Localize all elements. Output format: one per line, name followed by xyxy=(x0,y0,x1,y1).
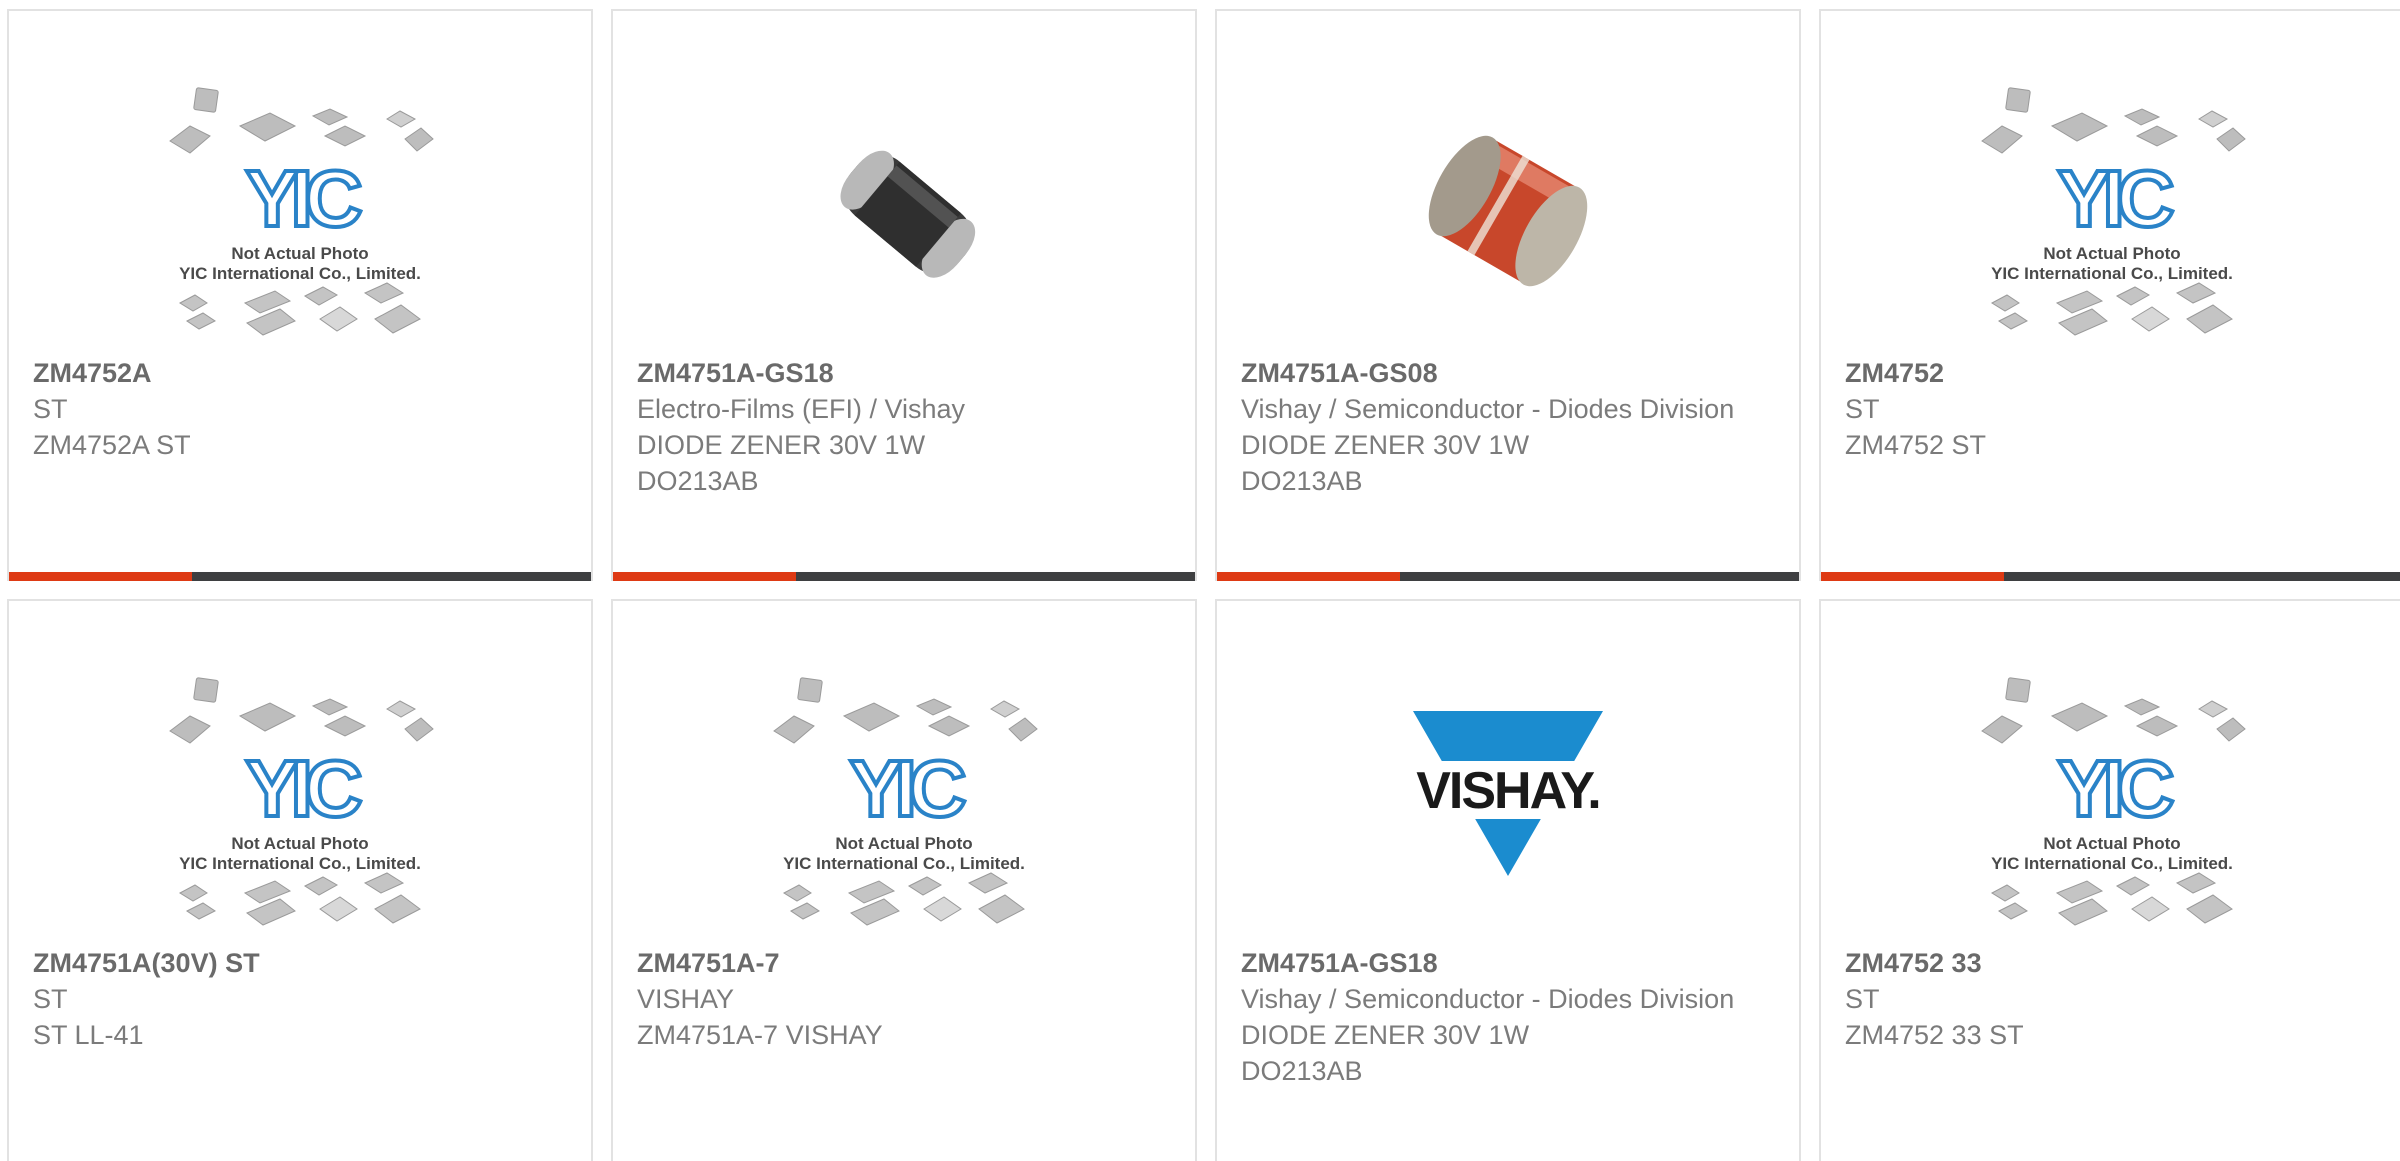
product-info: ZM4751A(30V) ST ST ST LL-41 xyxy=(33,945,571,1053)
product-image[interactable]: VISHAY. xyxy=(1373,671,1643,931)
svg-text:Not Actual Photo: Not Actual Photo xyxy=(231,244,368,263)
yic-placeholder-image: YIC Not Actual Photo YIC International C… xyxy=(169,87,434,336)
product-info: ZM4751A-GS18 Vishay / Semiconductor - Dio… xyxy=(1241,945,1779,1089)
description-line: ZM4752 ST xyxy=(1845,430,1987,460)
svg-text:Not Actual Photo: Not Actual Photo xyxy=(2043,244,2180,263)
product-image[interactable]: YIC Not Actual Photo YIC International C… xyxy=(165,81,435,341)
manufacturer: ST xyxy=(1845,394,1880,424)
product-image[interactable]: YIC Not Actual Photo YIC International C… xyxy=(1977,81,2247,341)
yic-placeholder-image: YIC Not Actual Photo YIC International C… xyxy=(1981,87,2246,336)
product-card[interactable]: ZM4751A-GS18 Electro-Films (EFI) / Vishay… xyxy=(611,9,1197,581)
svg-text:YIC International Co., Limited: YIC International Co., Limited. xyxy=(179,264,421,283)
product-image[interactable] xyxy=(769,81,1039,341)
description-line: ST LL-41 xyxy=(33,1020,144,1050)
red-glass-diode-image xyxy=(1428,135,1588,287)
vishay-logo-text: VISHAY. xyxy=(1416,762,1600,820)
card-bottom-bar xyxy=(9,572,591,581)
manufacturer: Electro-Films (EFI) / Vishay xyxy=(637,394,966,424)
card-accent-bar xyxy=(1217,572,1401,581)
svg-text:YIC International Co., Limited: YIC International Co., Limited. xyxy=(783,854,1025,873)
description-line: DIODE ZENER 30V 1W xyxy=(1241,430,1530,460)
manufacturer: Vishay / Semiconductor - Diodes Division xyxy=(1241,394,1735,424)
description-line: ZM4751A-7 VISHAY xyxy=(637,1020,883,1050)
product-image[interactable] xyxy=(1373,81,1643,341)
card-accent-bar xyxy=(9,572,193,581)
part-number-link[interactable]: ZM4751A-7 xyxy=(637,945,1175,981)
product-card[interactable]: YIC Not Actual Photo YIC International C… xyxy=(7,9,593,581)
product-card[interactable]: YIC Not Actual Photo YIC International C… xyxy=(7,599,593,1161)
product-card[interactable]: VISHAY. ZM4751A-GS18 Vishay / Semiconduct… xyxy=(1215,599,1801,1161)
product-info: ZM4751A-7 VISHAY ZM4751A-7 VISHAY xyxy=(637,945,1175,1053)
black-melf-diode-image xyxy=(840,150,976,278)
card-bottom-bar xyxy=(613,572,1195,581)
product-info: ZM4751A-GS08 Vishay / Semiconductor - Dio… xyxy=(1241,355,1779,499)
manufacturer: Vishay / Semiconductor - Diodes Division xyxy=(1241,984,1735,1014)
part-number-link[interactable]: ZM4751A-GS18 xyxy=(1241,945,1779,981)
svg-text:Not Actual Photo: Not Actual Photo xyxy=(231,834,368,853)
product-card[interactable]: YIC Not Actual Photo YIC International C… xyxy=(611,599,1197,1161)
svg-text:Not Actual Photo: Not Actual Photo xyxy=(835,834,972,853)
product-image[interactable]: YIC Not Actual Photo YIC International C… xyxy=(165,671,435,931)
description-line: DIODE ZENER 30V 1W xyxy=(637,430,926,460)
card-bottom-bar xyxy=(1821,572,2400,581)
product-info: ZM4752 33 ST ZM4752 33 ST xyxy=(1845,945,2383,1053)
yic-placeholder-image: YIC Not Actual Photo YIC International C… xyxy=(169,677,434,926)
description-line: DO213AB xyxy=(1241,466,1363,496)
description-line: DO213AB xyxy=(1241,1056,1363,1086)
product-info: ZM4752 ST ZM4752 ST xyxy=(1845,355,2383,463)
manufacturer: VISHAY xyxy=(637,984,735,1014)
yic-logo: YIC xyxy=(849,744,965,833)
svg-text:YIC International Co., Limited: YIC International Co., Limited. xyxy=(1991,264,2233,283)
product-card[interactable]: YIC Not Actual Photo YIC International C… xyxy=(1819,599,2400,1161)
part-number-link[interactable]: ZM4751A-GS08 xyxy=(1241,355,1779,391)
manufacturer: ST xyxy=(33,394,68,424)
yic-logo: YIC xyxy=(2057,154,2173,243)
description-line: ZM4752 33 ST xyxy=(1845,1020,2024,1050)
svg-text:Not Actual Photo: Not Actual Photo xyxy=(2043,834,2180,853)
card-accent-bar xyxy=(1821,572,2005,581)
card-bottom-bar xyxy=(1217,572,1799,581)
yic-placeholder-image: YIC Not Actual Photo YIC International C… xyxy=(773,677,1038,926)
manufacturer: ST xyxy=(1845,984,1880,1014)
description-line: ZM4752A ST xyxy=(33,430,191,460)
yic-logo: YIC xyxy=(245,744,361,833)
description-line: DIODE ZENER 30V 1W xyxy=(1241,1020,1530,1050)
part-number-link[interactable]: ZM4751A-GS18 xyxy=(637,355,1175,391)
yic-logo: YIC xyxy=(245,154,361,243)
part-number-link[interactable]: ZM4751A(30V) ST xyxy=(33,945,571,981)
product-info: ZM4751A-GS18 Electro-Films (EFI) / Vishay… xyxy=(637,355,1175,499)
svg-text:YIC International Co., Limited: YIC International Co., Limited. xyxy=(179,854,421,873)
product-card[interactable]: YIC Not Actual Photo YIC International C… xyxy=(1819,9,2400,581)
part-number-link[interactable]: ZM4752 xyxy=(1845,355,2383,391)
description-line: DO213AB xyxy=(637,466,759,496)
product-image[interactable]: YIC Not Actual Photo YIC International C… xyxy=(769,671,1039,931)
part-number-link[interactable]: ZM4752A xyxy=(33,355,571,391)
part-number-link[interactable]: ZM4752 33 xyxy=(1845,945,2383,981)
yic-placeholder-image: YIC Not Actual Photo YIC International C… xyxy=(1981,677,2246,926)
product-info: ZM4752A ST ZM4752A ST xyxy=(33,355,571,463)
yic-logo: YIC xyxy=(2057,744,2173,833)
vishay-logo-image: VISHAY. xyxy=(1383,711,1633,876)
product-grid: YIC Not Actual Photo YIC International C… xyxy=(0,0,2400,1161)
product-card[interactable]: ZM4751A-GS08 Vishay / Semiconductor - Dio… xyxy=(1215,9,1801,581)
manufacturer: ST xyxy=(33,984,68,1014)
svg-text:YIC International Co., Limited: YIC International Co., Limited. xyxy=(1991,854,2233,873)
card-accent-bar xyxy=(613,572,797,581)
product-image[interactable]: YIC Not Actual Photo YIC International C… xyxy=(1977,671,2247,931)
